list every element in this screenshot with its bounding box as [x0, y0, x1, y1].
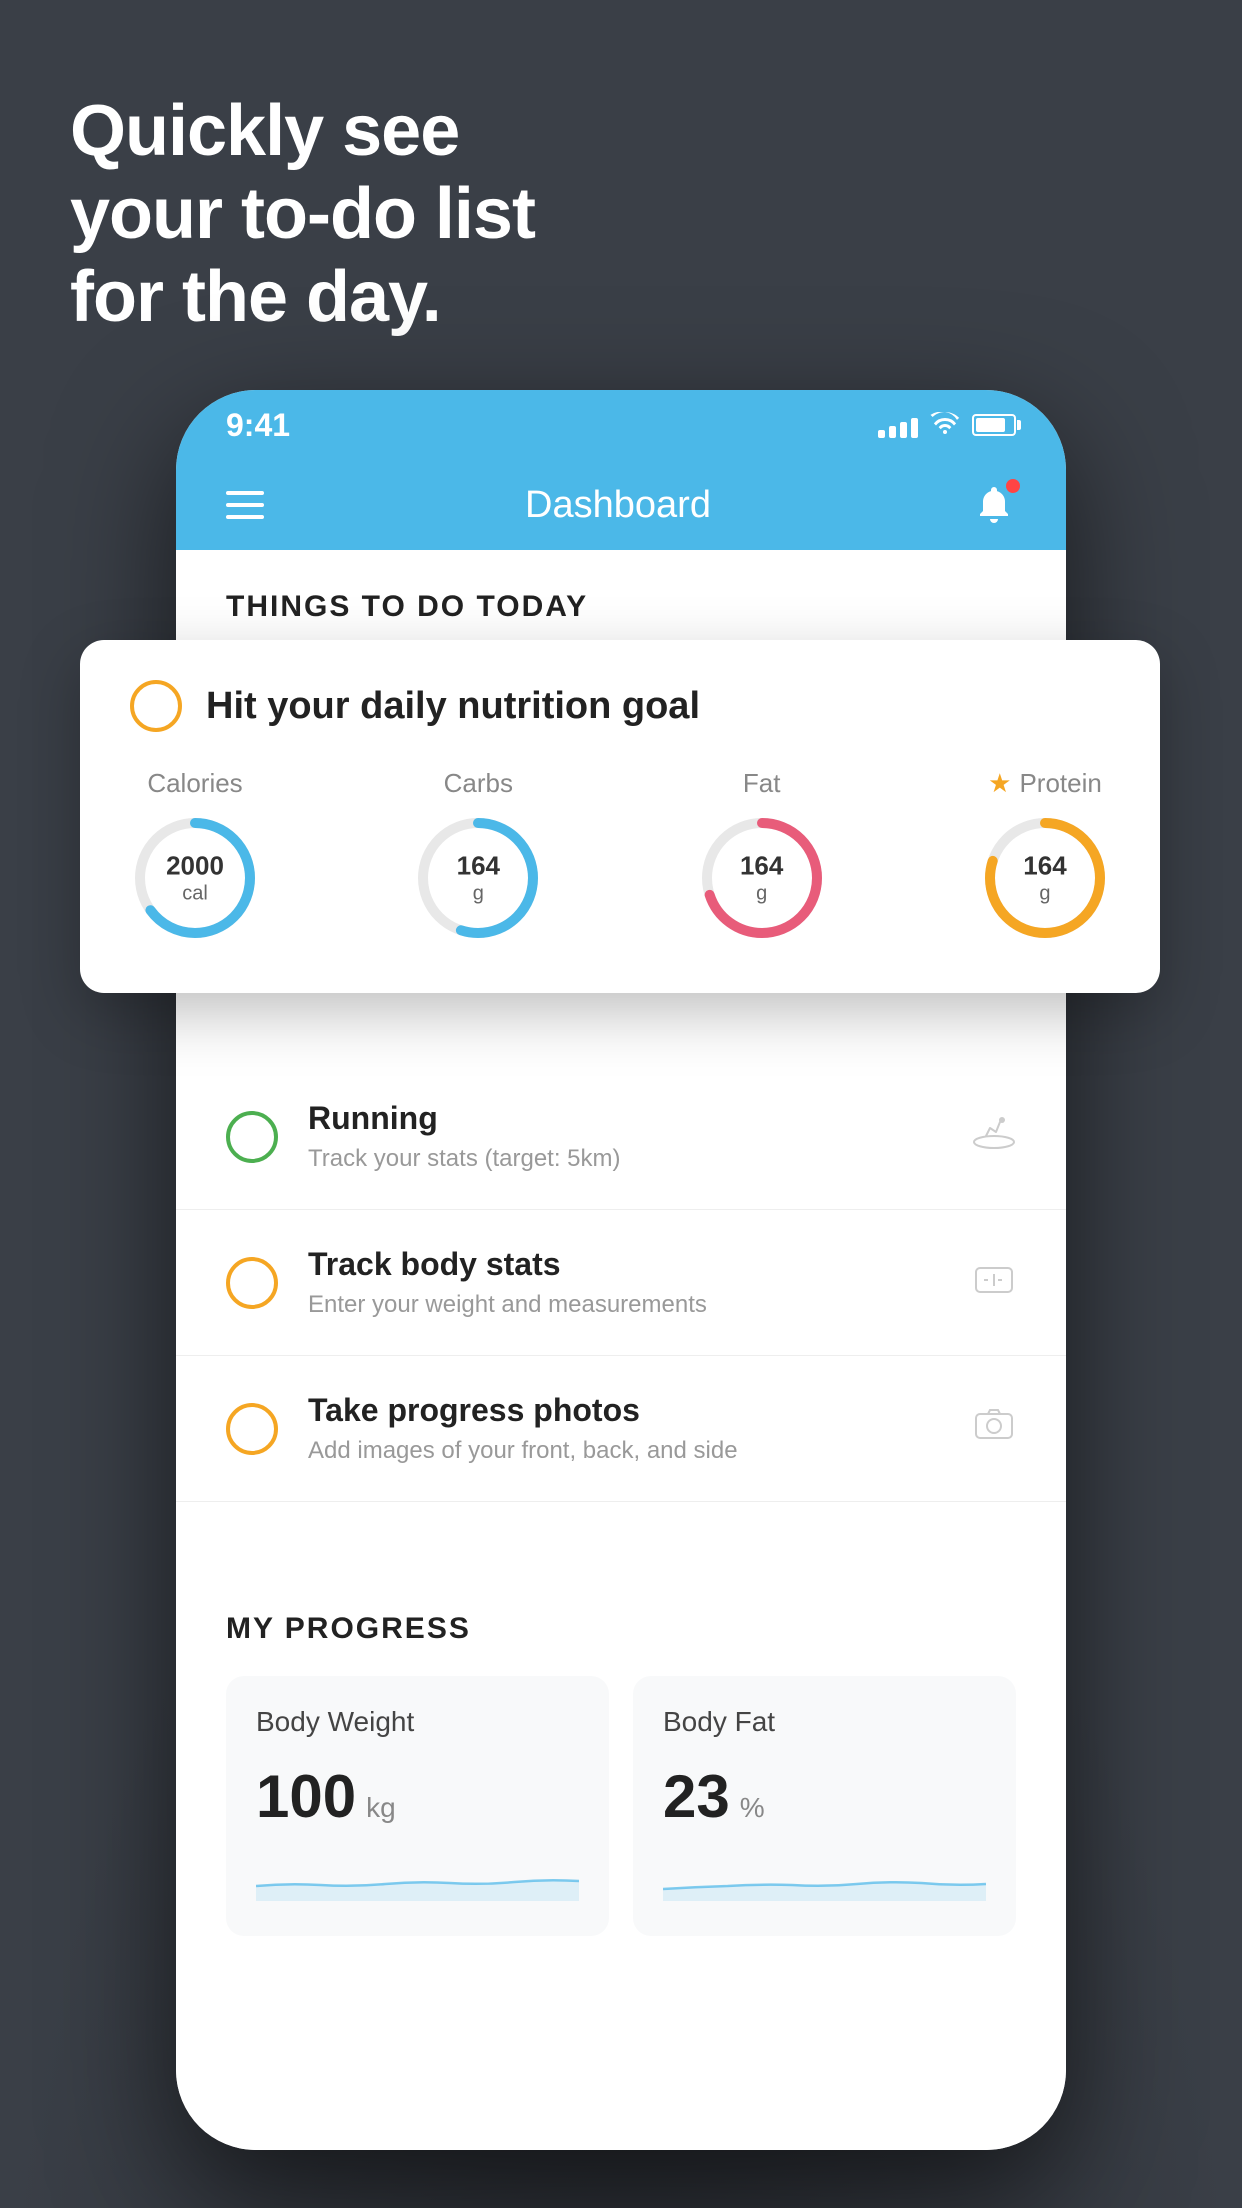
todo-title: Running: [308, 1100, 942, 1137]
body-fat-unit: %: [740, 1792, 765, 1824]
nav-title: Dashboard: [525, 484, 711, 527]
nutrition-grid: Calories 2000 cal Carbs: [130, 768, 1110, 943]
carbs-value: 164 g: [457, 850, 500, 905]
body-weight-unit: kg: [366, 1792, 396, 1824]
status-icons: [878, 409, 1016, 441]
fat-label: Fat: [743, 768, 781, 799]
status-bar: 9:41: [176, 390, 1066, 460]
todo-text-running: Running Track your stats (target: 5km): [308, 1100, 942, 1173]
todo-subtitle: Enter your weight and measurements: [308, 1291, 942, 1319]
nutrition-item-fat: Fat 164 g: [697, 768, 827, 943]
body-weight-sparkline: [256, 1851, 579, 1901]
todo-subtitle: Add images of your front, back, and side: [308, 1437, 942, 1465]
fat-chart: 164 g: [697, 813, 827, 943]
body-fat-title: Body Fat: [663, 1706, 986, 1738]
body-weight-card: Body Weight 100 kg: [226, 1676, 609, 1936]
hero-text: Quickly see your to-do list for the day.: [70, 90, 535, 338]
body-fat-value: 23 %: [663, 1762, 986, 1831]
todo-checkbox-running[interactable]: [226, 1111, 278, 1163]
body-fat-number: 23: [663, 1762, 730, 1831]
notification-bell-icon[interactable]: [972, 483, 1016, 527]
protein-chart: 164 g: [980, 813, 1110, 943]
scale-icon: [972, 1260, 1016, 1305]
list-item[interactable]: Take progress photos Add images of your …: [176, 1356, 1066, 1502]
todo-subtitle: Track your stats (target: 5km): [308, 1145, 942, 1173]
carbs-chart: 164 g: [413, 813, 543, 943]
nav-bar: Dashboard: [176, 460, 1066, 550]
things-to-do-header: THINGS TO DO TODAY: [176, 550, 1066, 654]
protein-value: 164 g: [1023, 850, 1066, 905]
todo-title: Take progress photos: [308, 1392, 942, 1429]
battery-icon: [972, 414, 1016, 436]
list-item[interactable]: Running Track your stats (target: 5km): [176, 1064, 1066, 1210]
photo-icon: [972, 1406, 1016, 1451]
star-icon: ★: [988, 768, 1011, 799]
list-item[interactable]: Track body stats Enter your weight and m…: [176, 1210, 1066, 1356]
calories-label: Calories: [147, 768, 242, 799]
todo-checkbox-stats[interactable]: [226, 1257, 278, 1309]
nutrition-item-calories: Calories 2000 cal: [130, 768, 260, 943]
progress-section: MY PROGRESS Body Weight 100 kg B: [176, 1562, 1066, 1976]
floating-nutrition-card: Hit your daily nutrition goal Calories 2…: [80, 640, 1160, 993]
body-fat-sparkline: [663, 1851, 986, 1901]
todo-text-photos: Take progress photos Add images of your …: [308, 1392, 942, 1465]
progress-header: MY PROGRESS: [226, 1612, 1016, 1646]
notification-dot: [1006, 479, 1020, 493]
running-icon: [972, 1114, 1016, 1159]
wifi-icon: [930, 409, 960, 441]
card-title: Hit your daily nutrition goal: [206, 685, 700, 728]
todo-text-stats: Track body stats Enter your weight and m…: [308, 1246, 942, 1319]
body-weight-number: 100: [256, 1762, 356, 1831]
calories-chart: 2000 cal: [130, 813, 260, 943]
todo-list: Running Track your stats (target: 5km) T…: [176, 1064, 1066, 1502]
todo-title: Track body stats: [308, 1246, 942, 1283]
status-time: 9:41: [226, 407, 290, 444]
todo-checkbox-photos[interactable]: [226, 1403, 278, 1455]
progress-cards: Body Weight 100 kg Body Fat 23 %: [226, 1676, 1016, 1936]
body-weight-value: 100 kg: [256, 1762, 579, 1831]
nutrition-item-carbs: Carbs 164 g: [413, 768, 543, 943]
fat-value: 164 g: [740, 850, 783, 905]
signal-bars-icon: [878, 412, 918, 438]
protein-label: ★ Protein: [988, 768, 1102, 799]
nutrition-checkbox[interactable]: [130, 680, 182, 732]
card-title-row: Hit your daily nutrition goal: [130, 680, 1110, 732]
body-weight-title: Body Weight: [256, 1706, 579, 1738]
calories-value: 2000 cal: [166, 850, 224, 905]
body-fat-card: Body Fat 23 %: [633, 1676, 1016, 1936]
nutrition-item-protein: ★ Protein 164 g: [980, 768, 1110, 943]
carbs-label: Carbs: [444, 768, 513, 799]
hamburger-menu[interactable]: [226, 491, 264, 519]
